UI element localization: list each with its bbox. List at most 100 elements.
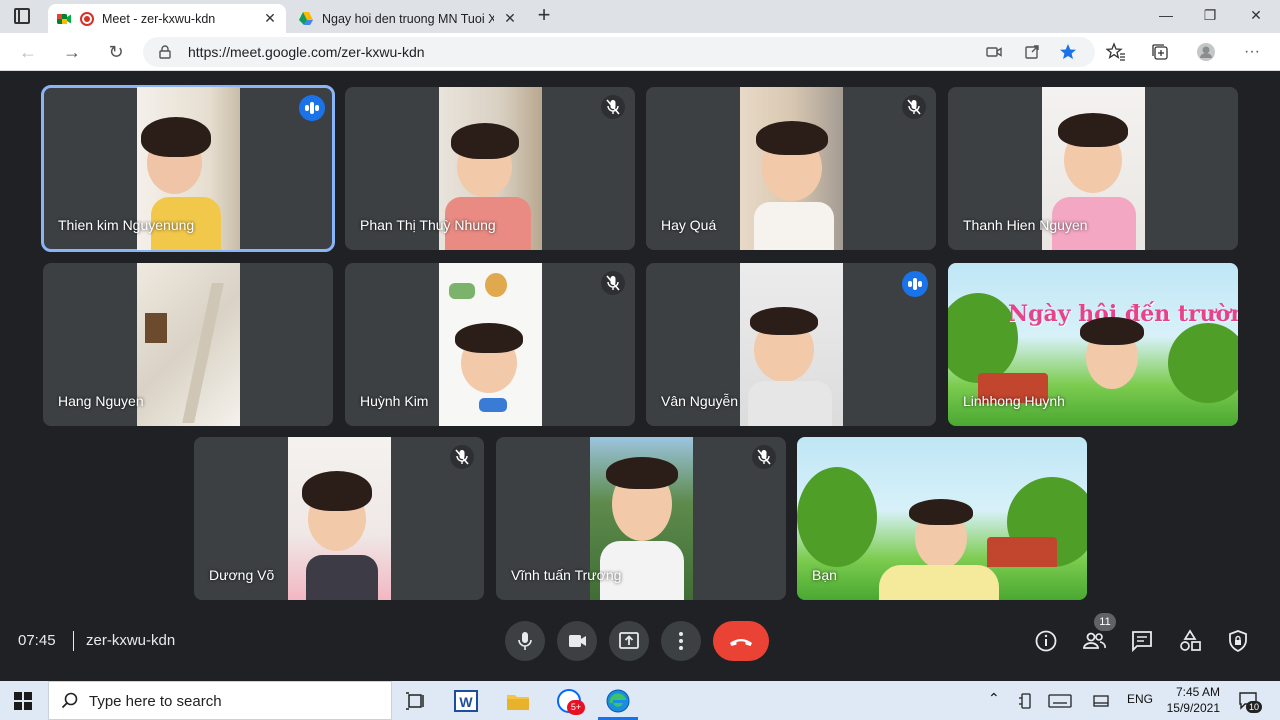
- participant-tile[interactable]: Hang Nguyen: [43, 263, 333, 426]
- windows-taskbar: Type here to search W 5+ ⌃ ENG 7:45 AM 1…: [0, 681, 1280, 720]
- host-controls-icon[interactable]: [1225, 628, 1251, 654]
- notification-count: 10: [1246, 701, 1263, 713]
- new-tab-icon[interactable]: +: [533, 4, 555, 27]
- people-icon[interactable]: [1081, 628, 1107, 654]
- mic-off-icon: [450, 445, 474, 469]
- participant-tile[interactable]: Thien kim Nguyenung: [41, 85, 335, 252]
- participant-video: [740, 263, 843, 426]
- mic-toggle-button[interactable]: [505, 621, 545, 661]
- tab-actions-icon[interactable]: [14, 8, 30, 24]
- more-options-button[interactable]: [661, 621, 701, 661]
- tab-drive[interactable]: Ngay hoi den truong MN Tuoi Xanh ✕: [290, 4, 526, 33]
- task-view-icon[interactable]: [402, 687, 430, 715]
- profile-avatar-icon[interactable]: [1196, 42, 1216, 62]
- meeting-details-icon[interactable]: [1033, 628, 1059, 654]
- address-toolbar: ← → ↻ https://meet.google.com/zer-kxwu-k…: [0, 33, 1280, 71]
- tab-title: Ngay hoi den truong MN Tuoi Xanh: [322, 11, 494, 26]
- minimize-icon[interactable]: —: [1154, 4, 1178, 26]
- participant-tile[interactable]: Huỳnh Kim: [345, 263, 635, 426]
- zalo-app-icon[interactable]: 5+: [555, 687, 585, 715]
- participant-tile[interactable]: Bạn: [797, 437, 1087, 600]
- clock-date: 15/9/2021: [1166, 701, 1220, 715]
- chat-icon[interactable]: [1129, 628, 1155, 654]
- svg-text:W: W: [459, 694, 473, 710]
- google-drive-icon: [299, 11, 313, 25]
- more-vert-icon: [679, 632, 683, 650]
- open-in-app-icon[interactable]: [1023, 43, 1041, 61]
- participant-tile[interactable]: Hay Quá: [646, 87, 936, 250]
- maximize-icon[interactable]: ❐: [1198, 4, 1222, 26]
- word-app-icon[interactable]: W: [452, 687, 480, 715]
- meeting-code: zer-kxwu-kdn: [86, 632, 176, 649]
- mic-off-icon: [601, 95, 625, 119]
- participant-video: [288, 437, 391, 600]
- taskbar-clock[interactable]: 7:45 AM 15/9/2021: [1167, 684, 1220, 716]
- favorite-star-icon[interactable]: [1059, 43, 1077, 61]
- speaking-indicator-icon: [902, 271, 928, 297]
- camera-icon: [569, 635, 586, 647]
- zalo-notification-badge: 5+: [567, 700, 585, 715]
- participant-tile[interactable]: Vĩnh tuấn Trương: [496, 437, 786, 600]
- search-icon: [61, 692, 78, 709]
- participant-tile[interactable]: Phan Thị Thuỳ Nhung: [345, 87, 635, 250]
- keyboard-icon[interactable]: [1048, 693, 1072, 709]
- recording-icon: [80, 11, 94, 26]
- present-screen-button[interactable]: [609, 621, 649, 661]
- hang-up-icon: [730, 639, 752, 646]
- mic-off-icon: [902, 95, 926, 119]
- windows-start-icon[interactable]: [14, 692, 32, 710]
- address-bar[interactable]: https://meet.google.com/zer-kxwu-kdn: [143, 37, 1095, 67]
- participant-tile[interactable]: Vân Nguyễn: [646, 263, 936, 426]
- refresh-icon[interactable]: ↻: [104, 40, 128, 64]
- forward-icon[interactable]: →: [60, 40, 84, 64]
- participant-name: Vĩnh tuấn Trương: [511, 567, 622, 583]
- display-icon[interactable]: [1093, 693, 1109, 709]
- participant-video: [439, 263, 542, 426]
- close-tab-icon[interactable]: ✕: [502, 10, 518, 26]
- language-indicator[interactable]: ENG: [1127, 692, 1153, 706]
- participant-tile[interactable]: Dương Võ: [194, 437, 484, 600]
- lock-icon[interactable]: [159, 45, 171, 59]
- clock-time: 7:45 AM: [1175, 685, 1220, 699]
- camera-permission-icon[interactable]: [985, 43, 1003, 61]
- leave-call-button[interactable]: [713, 621, 769, 661]
- divider: [73, 631, 74, 651]
- meeting-time: 07:45: [18, 632, 56, 649]
- participant-name: Bạn: [812, 567, 837, 583]
- participant-tile[interactable]: Thanh Hien Nguyen: [948, 87, 1238, 250]
- camera-toggle-button[interactable]: [557, 621, 597, 661]
- collections-icon[interactable]: [1150, 42, 1170, 62]
- browser-tab-bar: Meet - zer-kxwu-kdn ✕ Ngay hoi den truon…: [0, 0, 1280, 33]
- tab-meet[interactable]: Meet - zer-kxwu-kdn ✕: [48, 4, 286, 33]
- mic-off-icon: [601, 271, 625, 295]
- activities-icon[interactable]: [1177, 628, 1203, 654]
- back-icon[interactable]: ←: [16, 40, 40, 64]
- participant-name: Thien kim Nguyenung: [58, 217, 195, 233]
- device-icon[interactable]: [1017, 692, 1035, 710]
- participant-video: [137, 263, 240, 426]
- file-explorer-icon[interactable]: [504, 687, 532, 715]
- search-placeholder: Type here to search: [89, 693, 222, 710]
- participant-name: Hang Nguyen: [58, 393, 144, 409]
- url-text[interactable]: https://meet.google.com/zer-kxwu-kdn: [188, 44, 425, 60]
- participant-video: [740, 87, 843, 250]
- google-meet-icon: [57, 13, 71, 24]
- participant-name: Phan Thị Thuỳ Nhung: [360, 217, 496, 233]
- self-view-body: [879, 565, 999, 600]
- close-tab-icon[interactable]: ✕: [262, 10, 278, 26]
- tab-title: Meet - zer-kxwu-kdn: [102, 11, 216, 26]
- speaking-indicator-icon: [299, 95, 325, 121]
- participant-name: Vân Nguyễn: [661, 393, 739, 409]
- mic-off-icon: [752, 445, 776, 469]
- participant-name: Huỳnh Kim: [360, 393, 429, 409]
- taskbar-search-input[interactable]: Type here to search: [48, 681, 392, 720]
- close-window-icon[interactable]: ✕: [1244, 4, 1268, 26]
- participant-name: Hay Quá: [661, 217, 717, 233]
- chevron-up-icon[interactable]: ⌃: [988, 690, 1000, 707]
- mic-icon: [518, 632, 532, 650]
- self-view-hair: [909, 499, 973, 525]
- edge-browser-icon[interactable]: [604, 687, 632, 715]
- more-options-icon[interactable]: ···: [1240, 40, 1264, 64]
- favorites-icon[interactable]: [1106, 42, 1126, 62]
- participant-tile[interactable]: Ngày hội đến trường của bé Linhhong Huyn…: [948, 263, 1238, 426]
